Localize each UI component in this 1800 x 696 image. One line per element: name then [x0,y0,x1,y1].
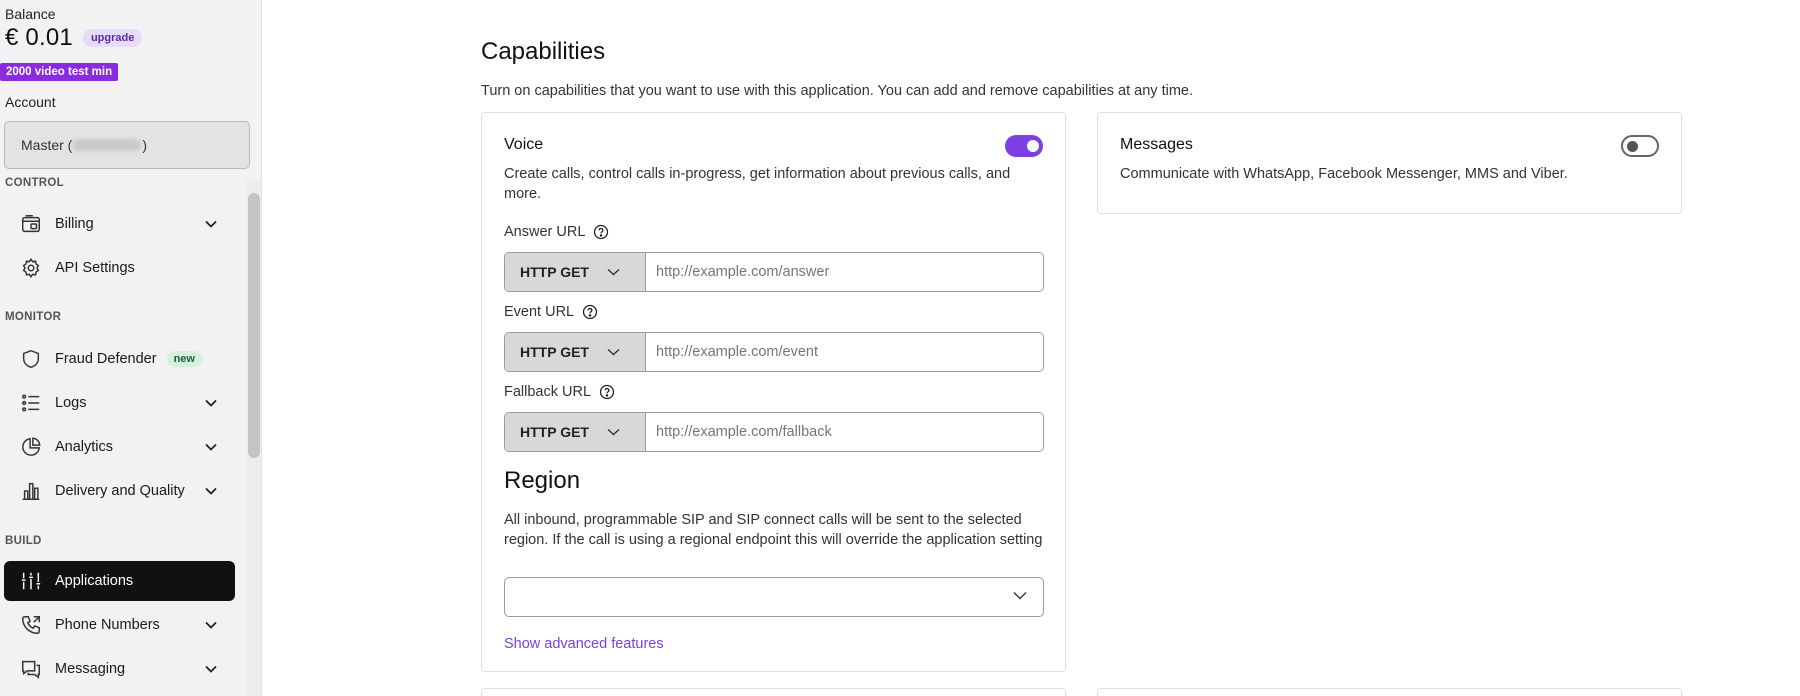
toggle-knob [1627,141,1638,152]
sidebar-item-label: API Settings [55,260,135,276]
method-label: HTTP GET [520,264,589,280]
sidebar-item-label: Applications [55,573,134,589]
upgrade-button[interactable]: upgrade [82,29,143,47]
account-label: Account [5,94,56,110]
page-title: Capabilities [481,38,606,65]
method-label: HTTP GET [520,424,589,440]
messages-toggle[interactable] [1621,135,1659,157]
sidebar-item-label: Analytics [55,439,114,455]
sidebar-item-label: Billing [55,216,94,232]
chevron-down-icon [203,617,219,633]
chevron-down-icon [607,268,620,276]
fallback-url-row: HTTP GET [504,412,1044,452]
sidebar-item-analytics[interactable]: Analytics [4,427,235,467]
sidebar-item-label: Messaging [55,661,126,677]
sidebar-item-phone-numbers[interactable]: Phone Numbers [4,605,235,645]
sidebar-item-api-settings[interactable]: API Settings [4,248,235,288]
answer-method-select[interactable]: HTTP GET [504,252,645,292]
event-url-row: HTTP GET [504,332,1044,372]
capability-card-partial [481,688,1066,696]
help-icon[interactable] [599,384,615,400]
fallback-url-input[interactable] [645,412,1044,452]
voice-capability-card: Voice Create calls, control calls in-pro… [481,112,1066,672]
fallback-method-select[interactable]: HTTP GET [504,412,645,452]
fallback-url-label: Fallback URL [504,384,592,400]
event-url-label: Event URL [504,304,575,320]
chevron-down-icon [203,439,219,455]
chevron-down-icon [203,216,219,232]
phone-icon [19,613,43,637]
sidebar-item-label: Logs [55,395,87,411]
section-build: BUILD [5,535,42,547]
toggle-knob [1027,140,1039,152]
gear-icon [19,256,43,280]
balance-row: € 0.01 upgrade [5,24,143,52]
answer-url-row: HTTP GET [504,252,1044,292]
pie-chart-icon [19,435,43,459]
chevron-down-icon [607,348,620,356]
event-url-input[interactable] [645,332,1044,372]
region-description: All inbound, programmable SIP and SIP co… [504,512,1043,548]
account-selector[interactable]: Master ( ) [4,121,250,169]
capability-card-partial [1097,688,1682,696]
account-id-redacted [73,139,142,151]
chevron-down-icon [607,428,620,436]
section-control: CONTROL [5,177,64,189]
section-monitor: MONITOR [5,311,62,323]
account-prefix: Master ( [21,137,73,153]
new-badge: new [166,351,202,367]
answer-url-input[interactable] [645,252,1044,292]
applications-icon [19,569,43,593]
chevron-down-icon [203,661,219,677]
help-icon[interactable] [593,224,609,240]
answer-url-label-row: Answer URL [504,224,609,240]
sidebar-item-logs[interactable]: Logs [4,383,235,423]
balance-label: Balance [5,6,56,22]
voice-toggle[interactable] [1005,135,1043,157]
video-test-badge: 2000 video test min [0,63,119,81]
sidebar-item-label: Delivery and Quality [55,483,185,499]
sidebar-item-applications[interactable]: Applications [4,561,235,601]
sidebar-item-delivery-quality[interactable]: Delivery and Quality [4,471,235,511]
account-suffix: ) [142,137,148,153]
chevron-down-icon [203,395,219,411]
sidebar-item-label: Phone Numbers [55,617,160,633]
event-url-label-row: Event URL [504,304,598,320]
bar-chart-icon [19,479,43,503]
region-title: Region [504,467,581,494]
answer-url-label: Answer URL [504,224,586,240]
list-icon [19,391,43,415]
chevron-down-icon [203,483,219,499]
sidebar-item-fraud-defender[interactable]: Fraud Defender new [4,339,235,379]
shield-icon [19,347,43,371]
show-advanced-features-link[interactable]: Show advanced features [504,636,664,652]
messages-description: Communicate with WhatsApp, Facebook Mess… [1120,166,1568,182]
sidebar-item-messaging[interactable]: Messaging [4,649,235,689]
sidebar-scrollbar-thumb[interactable] [248,193,260,458]
billing-icon [19,212,43,236]
fallback-url-label-row: Fallback URL [504,384,615,400]
chat-icon [19,657,43,681]
messages-title: Messages [1120,136,1193,153]
page-subtitle: Turn on capabilities that you want to us… [481,83,1194,99]
region-select[interactable] [504,577,1044,617]
help-icon[interactable] [582,304,598,320]
chevron-down-icon [1013,591,1027,600]
sidebar: Balance € 0.01 upgrade 2000 video test m… [0,0,262,696]
messages-capability-card: Messages Communicate with WhatsApp, Face… [1097,112,1682,214]
voice-title: Voice [504,136,544,153]
voice-description: Create calls, control calls in-progress,… [504,166,1011,202]
sidebar-item-billing[interactable]: Billing [4,204,235,244]
method-label: HTTP GET [520,344,589,360]
sidebar-item-label: Fraud Defender [55,351,157,367]
event-method-select[interactable]: HTTP GET [504,332,645,372]
balance-amount: € 0.01 [5,24,73,51]
